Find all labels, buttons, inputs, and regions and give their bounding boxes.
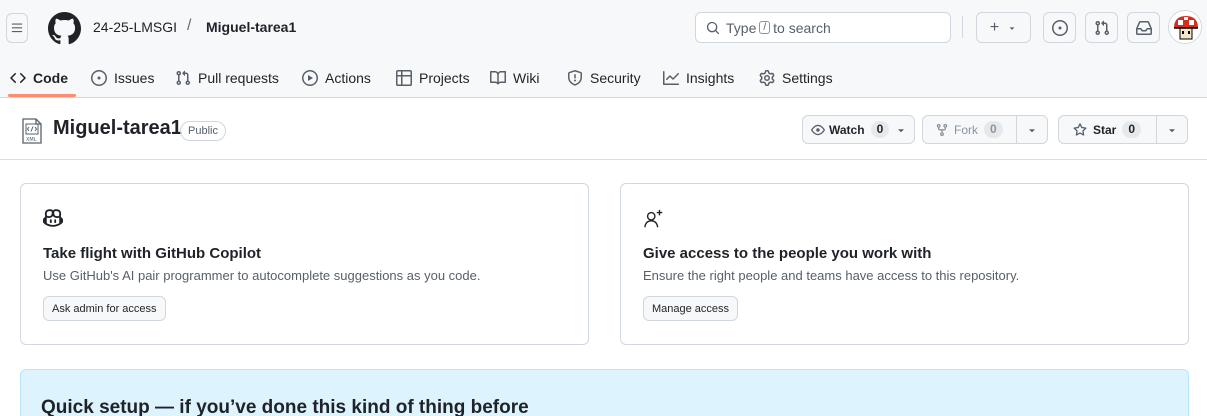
book-icon: [490, 70, 506, 85]
tab-label: Issues: [114, 70, 155, 86]
search-suffix: to search: [773, 19, 831, 36]
header-divider: [962, 16, 963, 38]
visibility-badge: Public: [180, 121, 226, 141]
star-count: 0: [1122, 121, 1142, 138]
star-icon: [1073, 122, 1087, 136]
tab-projects[interactable]: Projects: [396, 58, 470, 98]
global-header: 24-25-LMSGI / Miguel-tarea1 Type / to se…: [0, 0, 1207, 58]
tab-security[interactable]: Security: [567, 58, 641, 98]
play-icon: [302, 70, 318, 86]
tab-wiki[interactable]: Wiki: [490, 58, 539, 98]
tab-label: Code: [33, 70, 68, 86]
tab-label: Settings: [782, 70, 833, 86]
notifications-button[interactable]: [1127, 12, 1160, 43]
tab-pull-requests[interactable]: Pull requests: [175, 58, 279, 98]
triangle-down-icon: [1029, 128, 1035, 132]
svg-text:XML: XML: [26, 137, 37, 143]
repo-title[interactable]: Miguel-tarea1: [53, 117, 182, 140]
card-description: Use GitHub's AI pair programmer to autoc…: [43, 268, 481, 283]
manage-access-card: Give access to the people you work with …: [620, 183, 1189, 345]
tab-insights[interactable]: Insights: [663, 58, 734, 98]
tab-code[interactable]: Code: [10, 58, 68, 98]
tab-settings[interactable]: Settings: [759, 58, 833, 98]
table-icon: [396, 70, 412, 86]
tab-actions[interactable]: Actions: [302, 58, 371, 98]
code-icon: [10, 72, 26, 84]
triangle-down-icon: [1169, 128, 1175, 132]
search-icon: [706, 21, 720, 34]
fork-dropdown[interactable]: [1016, 116, 1047, 143]
triangle-down-icon: [898, 128, 904, 132]
three-bars-icon: [11, 23, 23, 33]
repository-nav: Code Issues Pull requests Actions Projec…: [0, 58, 1207, 98]
breadcrumb-owner[interactable]: 24-25-LMSGI: [93, 19, 177, 35]
quick-setup-panel: Quick setup — if you’ve done this kind o…: [20, 369, 1189, 416]
card-description: Ensure the right people and teams have a…: [643, 268, 1020, 283]
person-add-icon: [644, 209, 663, 228]
watch-label: Watch: [829, 122, 865, 137]
star-main[interactable]: Star 0: [1059, 116, 1156, 143]
tab-label: Projects: [419, 70, 470, 86]
inbox-icon: [1135, 20, 1152, 35]
breadcrumb-separator: /: [187, 17, 192, 34]
search-prefix: Type: [726, 19, 757, 36]
ask-admin-button[interactable]: Ask admin for access: [43, 296, 166, 321]
manage-access-button[interactable]: Manage access: [643, 296, 739, 321]
fork-main[interactable]: Fork 0: [923, 116, 1016, 143]
issue-opened-icon: [1051, 19, 1068, 36]
xml-file-icon: XML: [22, 118, 42, 144]
star-button[interactable]: Star 0: [1058, 115, 1188, 144]
eye-icon: [811, 124, 825, 135]
search-shortcut-key: /: [759, 21, 771, 34]
copilot-card: Take flight with GitHub Copilot Use GitH…: [20, 183, 589, 345]
git-pull-request-icon: [1094, 20, 1109, 35]
tab-label: Security: [590, 70, 641, 86]
your-pull-requests-button[interactable]: [1085, 12, 1118, 43]
mushroom-avatar-icon: [1169, 11, 1201, 43]
watch-count: 0: [870, 121, 890, 138]
card-title: Take flight with GitHub Copilot: [43, 245, 262, 262]
star-dropdown[interactable]: [1156, 116, 1187, 143]
issue-opened-icon: [91, 70, 107, 86]
triangle-down-icon: [1009, 26, 1015, 30]
breadcrumb-repo[interactable]: Miguel-tarea1: [206, 19, 296, 35]
active-tab-underline: [8, 94, 76, 97]
tab-issues[interactable]: Issues: [91, 58, 154, 98]
gear-icon: [759, 70, 775, 86]
git-pull-request-icon: [176, 70, 191, 86]
tab-label: Wiki: [513, 70, 540, 86]
repo-forked-icon: [936, 123, 948, 136]
fork-count: 0: [984, 121, 1003, 138]
watch-button[interactable]: Watch 0: [802, 115, 915, 144]
copilot-icon: [43, 209, 63, 227]
create-new-button[interactable]: +: [976, 12, 1031, 43]
github-logo-icon[interactable]: [48, 12, 81, 45]
tab-label: Insights: [686, 70, 735, 86]
shield-icon: [568, 70, 582, 86]
plus-icon: +: [989, 18, 1000, 36]
search-input[interactable]: Type / to search: [695, 12, 951, 43]
fork-button[interactable]: Fork 0: [922, 115, 1048, 144]
quick-setup-title: Quick setup — if you’ve done this kind o…: [41, 397, 529, 416]
header-divider-line: [0, 159, 1207, 160]
tab-label: Pull requests: [198, 70, 279, 86]
star-label: Star: [1093, 122, 1117, 137]
fork-label: Fork: [954, 122, 978, 137]
card-title: Give access to the people you work with: [643, 245, 932, 262]
user-avatar[interactable]: [1168, 10, 1202, 44]
your-issues-button[interactable]: [1043, 12, 1076, 43]
hamburger-menu-button[interactable]: [6, 13, 28, 43]
tab-label: Actions: [325, 70, 371, 86]
graph-icon: [663, 71, 679, 85]
